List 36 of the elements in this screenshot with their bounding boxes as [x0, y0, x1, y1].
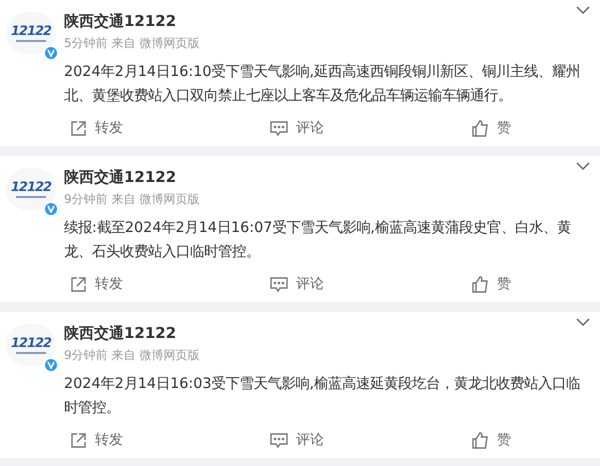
author-name[interactable]: 陕西交通12122	[64, 166, 200, 188]
chevron-down-icon[interactable]	[576, 6, 590, 15]
thumbs-up-icon	[472, 120, 489, 137]
repost-button[interactable]: 转发	[70, 274, 123, 295]
post-text: 2024年2月14日16:03受下雪天气影响,榆蓝高速延黄段圪台，黄龙北收费站入口临时管控。	[64, 374, 582, 418]
source-label: 来自	[112, 35, 136, 52]
like-button[interactable]: 赞	[472, 430, 511, 451]
chevron-down-icon[interactable]	[576, 162, 590, 171]
comment-button[interactable]: 评论	[270, 430, 324, 451]
thumbs-up-icon	[472, 432, 489, 449]
author-name[interactable]: 陕西交通12122	[64, 10, 200, 32]
avatar[interactable]: 12122	[6, 12, 56, 54]
chevron-down-icon[interactable]	[576, 318, 590, 327]
avatar-logo-text: 12122	[10, 336, 52, 350]
post-text: 续报:截至2024年2月14日16:07受下雪天气影响,榆蓝高速黄蒲段史官、白水、黄龙、石头收费站入口临时管控。	[64, 218, 572, 262]
avatar-logo-text: 12122	[10, 180, 52, 194]
thumbs-up-icon	[472, 276, 489, 293]
share-icon	[70, 276, 87, 293]
source-label: 来自	[112, 191, 136, 208]
avatar[interactable]: 12122	[6, 168, 56, 210]
comment-icon	[270, 120, 288, 136]
like-button[interactable]: 赞	[472, 118, 511, 139]
source-label: 来自	[112, 347, 136, 364]
share-icon	[70, 120, 87, 137]
comment-icon	[270, 276, 288, 292]
comment-button[interactable]: 评论	[270, 118, 324, 139]
like-button[interactable]: 赞	[472, 274, 511, 295]
avatar-logo-text: 12122	[10, 24, 52, 38]
comment-icon	[270, 432, 288, 448]
repost-button[interactable]: 转发	[70, 118, 123, 139]
share-icon	[70, 432, 87, 449]
post-text: 2024年2月14日16:10受下雪天气影响,延西高速西铜段铜川新区、铜川主线、耀州北、黄堡收费站入口双向禁止七座以上客车及危化品车辆运输车辆通行。	[64, 62, 582, 106]
author-name[interactable]: 陕西交通12122	[64, 322, 200, 344]
comment-button[interactable]: 评论	[270, 274, 324, 295]
avatar[interactable]: 12122	[6, 324, 56, 366]
repost-button[interactable]: 转发	[70, 430, 123, 451]
